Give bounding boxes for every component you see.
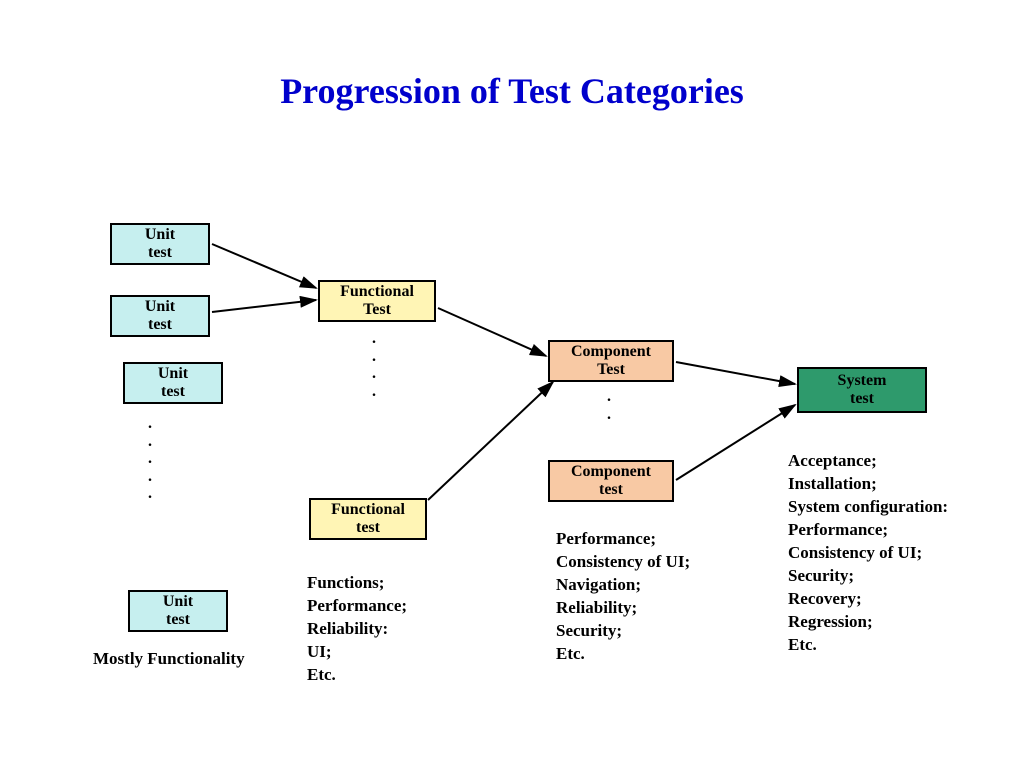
box-unit-1: Unit test bbox=[110, 223, 210, 265]
box-component-1: Component Test bbox=[548, 340, 674, 382]
note-component: Performance; Consistency of UI; Navigati… bbox=[556, 528, 690, 666]
box-unit-4: Unit test bbox=[128, 590, 228, 632]
note-unit: Mostly Functionality bbox=[93, 648, 245, 671]
note-system: Acceptance; Installation; System configu… bbox=[788, 450, 948, 656]
note-functional: Functions; Performance; Reliability: UI;… bbox=[307, 572, 407, 687]
box-system: System test bbox=[797, 367, 927, 413]
box-functional-2: Functional test bbox=[309, 498, 427, 540]
box-unit-2: Unit test bbox=[110, 295, 210, 337]
box-unit-3: Unit test bbox=[123, 362, 223, 404]
ellipsis-component: . . bbox=[607, 388, 611, 423]
ellipsis-unit: . . . . . bbox=[148, 415, 152, 503]
ellipsis-functional: . . . . bbox=[372, 330, 376, 400]
box-component-2: Component test bbox=[548, 460, 674, 502]
box-functional-1: Functional Test bbox=[318, 280, 436, 322]
page-title: Progression of Test Categories bbox=[0, 70, 1024, 112]
